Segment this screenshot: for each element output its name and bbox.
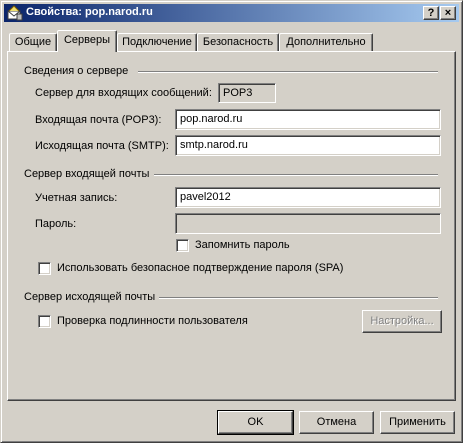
outgoing-server-heading: Сервер исходящей почты: [24, 291, 156, 303]
divider: [138, 71, 438, 73]
incoming-server-label: Входящая почта (POP3):: [35, 114, 162, 126]
auth-checkbox[interactable]: [38, 315, 51, 328]
divider: [159, 297, 438, 299]
incoming-type-value: POP3: [218, 83, 276, 103]
password-field[interactable]: [175, 213, 441, 234]
spa-checkbox[interactable]: [38, 262, 51, 275]
server-info-heading: Сведения о сервере: [24, 65, 129, 77]
tab-servers[interactable]: Серверы: [57, 30, 117, 52]
close-button[interactable]: ×: [440, 6, 456, 20]
incoming-type-label: Сервер для входящих сообщений:: [35, 87, 212, 99]
outgoing-server-label: Исходящая почта (SMTP):: [35, 140, 169, 152]
window-title: Свойства: pop.narod.ru: [26, 6, 153, 18]
settings-button[interactable]: Настройка...: [362, 310, 442, 333]
mail-account-icon: [7, 5, 23, 21]
servers-panel: Сведения о сервере Сервер для входящих с…: [7, 51, 456, 401]
remember-password-label: Запомнить пароль: [195, 239, 290, 251]
remember-password-checkbox[interactable]: [176, 239, 189, 252]
password-label: Пароль:: [35, 218, 77, 230]
divider: [154, 174, 438, 176]
apply-button[interactable]: Применить: [380, 411, 455, 434]
outgoing-server-field[interactable]: smtp.narod.ru: [175, 135, 441, 156]
title-bar[interactable]: Свойства: pop.narod.ru ? ×: [4, 4, 459, 22]
tab-security[interactable]: Безопасность: [197, 33, 279, 52]
account-label: Учетная запись:: [35, 192, 118, 204]
tab-connection[interactable]: Подключение: [117, 33, 197, 52]
spa-label: Использовать безопасное подтверждение па…: [57, 262, 344, 274]
properties-window: Свойства: pop.narod.ru ? × Общие Серверы…: [0, 0, 463, 443]
auth-label: Проверка подлинности пользователя: [57, 315, 248, 327]
incoming-server-heading: Сервер входящей почты: [24, 168, 150, 180]
tab-advanced[interactable]: Дополнительно: [279, 33, 373, 52]
cancel-button[interactable]: Отмена: [299, 411, 374, 434]
account-field[interactable]: pavel2012: [175, 187, 441, 208]
incoming-server-field[interactable]: pop.narod.ru: [175, 109, 441, 130]
help-button[interactable]: ?: [423, 6, 439, 20]
ok-button[interactable]: OK: [217, 410, 294, 435]
tab-general[interactable]: Общие: [9, 33, 57, 52]
